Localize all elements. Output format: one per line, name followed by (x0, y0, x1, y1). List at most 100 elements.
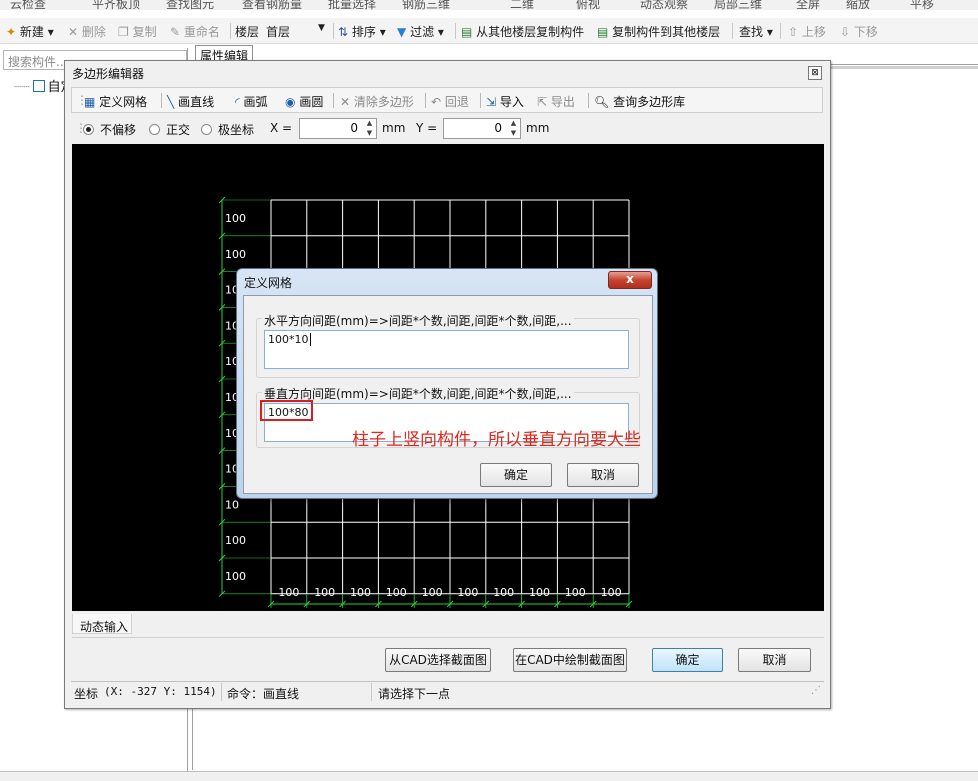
zoom-button[interactable]: 缩放 (846, 0, 870, 10)
dialog-close-button[interactable]: x (608, 271, 652, 289)
copy-button[interactable]: ❐ 复制 (118, 23, 157, 40)
column-dimension-label: 100 (386, 586, 407, 599)
query-library-button[interactable]: 🔍︎ 查询多边形库 (594, 93, 685, 110)
filter-button[interactable]: ▼ 过滤 ▾ (397, 23, 444, 40)
dialog-cancel-button[interactable]: 取消 (567, 463, 639, 487)
floor-select-value: 首层 (266, 25, 291, 39)
x-spinner[interactable]: ▲ ▼ (364, 118, 375, 139)
row-dimension-label: 100 (225, 570, 246, 583)
delete-icon: ✕ (68, 25, 79, 39)
batch-select-button[interactable]: 批量选择 (328, 0, 376, 10)
column-dimension-label: 100 (529, 586, 550, 599)
view-rebar-button[interactable]: 查看钢筋量 (242, 0, 302, 10)
orthogonal-radio[interactable]: 正交 (149, 121, 190, 138)
close-button[interactable]: ⊠ (808, 66, 822, 80)
prompt-text: 请选择下一点 (378, 687, 451, 701)
copy-icon: ❐ (118, 25, 129, 39)
sort-icon: ⇅ (338, 25, 349, 39)
resize-grip-icon[interactable]: ⋰ (811, 685, 821, 696)
rebar-3d-button[interactable]: 钢筋三维 (402, 0, 450, 10)
column-dimension-label: 100 (601, 586, 622, 599)
select-from-cad-button[interactable]: 从CAD选择截面图 (385, 648, 491, 672)
sort-button[interactable]: ⇅ 排序 ▾ (338, 23, 386, 40)
draw-circle-button[interactable]: ◉ 画圆 (285, 93, 323, 110)
floor-select[interactable]: 首层 ▼ (266, 23, 328, 40)
move-up-button[interactable]: ⇧ 上移 (788, 23, 826, 40)
move-down-label: 下移 (853, 25, 878, 39)
search-icon: 🔍︎ (594, 95, 610, 109)
horizontal-spacing-value: 100*10 (268, 333, 309, 346)
delete-label: 删除 (81, 25, 106, 39)
rename-button[interactable]: ✎ 重命名 (170, 23, 220, 40)
clear-polygon-label: 清除多边形 (353, 95, 414, 109)
import-icon: ⇲ (486, 95, 497, 109)
editor-title: 多边形编辑器 (72, 67, 145, 81)
move-down-button[interactable]: ⇩ 下移 (840, 23, 878, 40)
dialog-ok-button[interactable]: 确定 (480, 463, 552, 487)
copy-floor-icon: ▤ (461, 25, 473, 39)
y-spinner[interactable]: ▲ ▼ (508, 118, 519, 139)
new-button[interactable]: ✦ 新建 ▾ (6, 23, 54, 40)
undo-button[interactable]: ↶ 回退 (431, 93, 469, 110)
define-grid-button[interactable]: ▦ 定义网格 (84, 93, 147, 110)
rename-icon: ✎ (170, 25, 181, 39)
new-icon: ✦ (6, 25, 17, 39)
view-2d-dropdown[interactable]: 二维 (510, 0, 534, 10)
fullscreen-button[interactable]: 全屏 (796, 0, 820, 10)
pan-button[interactable]: 平移 (910, 0, 934, 10)
coord-label: 坐标 (74, 687, 99, 701)
radio-icon (149, 124, 160, 135)
draw-arc-button[interactable]: ◜ 画弧 (235, 93, 268, 110)
column-dimension-label: 100 (422, 586, 443, 599)
circle-icon: ◉ (285, 95, 296, 109)
column-dimension-label: 100 (493, 586, 514, 599)
export-button[interactable]: ⇱ 导出 (537, 93, 575, 110)
no-offset-radio[interactable]: 不偏移 (83, 121, 136, 138)
x-label: X = (270, 121, 293, 135)
dialog-body: 水平方向间距(mm)=>间距*个数,间距,间距*个数,间距,... 100*10… (243, 295, 653, 494)
find-element-button[interactable]: 查找图元 (166, 0, 214, 10)
column-dimension-label: 100 (278, 586, 299, 599)
orbit-button[interactable]: 动态观察 (640, 0, 688, 10)
x-unit: mm (382, 121, 406, 135)
cancel-button[interactable]: 取消 (738, 648, 811, 672)
clear-polygon-button[interactable]: ✕ 清除多边形 (340, 93, 414, 110)
divider (72, 637, 824, 638)
sort-label: 排序 (351, 25, 376, 39)
radio-icon (201, 124, 212, 135)
filter-label: 过滤 (410, 25, 435, 39)
cloud-check-button[interactable]: 云检查 (10, 0, 46, 10)
draw-arc-label: 画弧 (243, 95, 268, 109)
copy-to-floors-button[interactable]: ▤ 复制构件到其他楼层 (597, 23, 720, 40)
tab-dynamic-input[interactable]: 动态输入 (72, 614, 132, 634)
row-dimension-label: 100 (225, 248, 246, 261)
rename-label: 重命名 (183, 25, 220, 39)
top-view-button[interactable]: 俯视 (576, 0, 600, 10)
status-bar: 坐标 (X: -327 Y: 1154) 命令：画直线 请选择下一点 ⋰ (71, 681, 824, 701)
delete-button[interactable]: ✕ 删除 (68, 23, 106, 40)
copy-from-floors-button[interactable]: ▤ 从其他楼层复制构件 (461, 23, 584, 40)
draw-in-cad-button[interactable]: 在CAD中绘制截面图 (513, 648, 627, 672)
polar-radio[interactable]: 极坐标 (201, 121, 254, 138)
local-3d-button[interactable]: 局部三维 (714, 0, 762, 10)
horizontal-spacing-label: 水平方向间距(mm)=>间距*个数,间距,间距*个数,间距,... (262, 312, 574, 329)
coord-value: (X: -327 Y: 1154) (104, 685, 217, 698)
move-up-label: 上移 (801, 25, 826, 39)
polygon-icon (32, 80, 45, 92)
app-toolbar-top: 云检查 平齐板顶 查找图元 查看钢筋量 批量选择 钢筋三维 二维 俯视 动态观察… (0, 0, 978, 10)
import-button[interactable]: ⇲ 导入 (486, 93, 524, 110)
draw-line-button[interactable]: ╲ 画直线 (167, 93, 214, 110)
arrow-up-icon: ⇧ (788, 25, 799, 39)
draw-line-label: 画直线 (178, 95, 215, 109)
align-slab-top-button[interactable]: 平齐板顶 (92, 0, 140, 10)
horizontal-spacing-input[interactable]: 100*10 (264, 330, 629, 369)
draw-circle-label: 画圆 (299, 95, 324, 109)
find-button[interactable]: 查找 ▾ (739, 23, 773, 40)
export-label: 导出 (550, 95, 575, 109)
highlight-box (260, 400, 313, 421)
polar-label: 极坐标 (218, 123, 255, 137)
row-dimension-label: 100 (225, 534, 246, 547)
clear-icon: ✕ (340, 95, 351, 109)
ok-button[interactable]: 确定 (652, 648, 723, 672)
column-dimension-label: 100 (314, 586, 335, 599)
